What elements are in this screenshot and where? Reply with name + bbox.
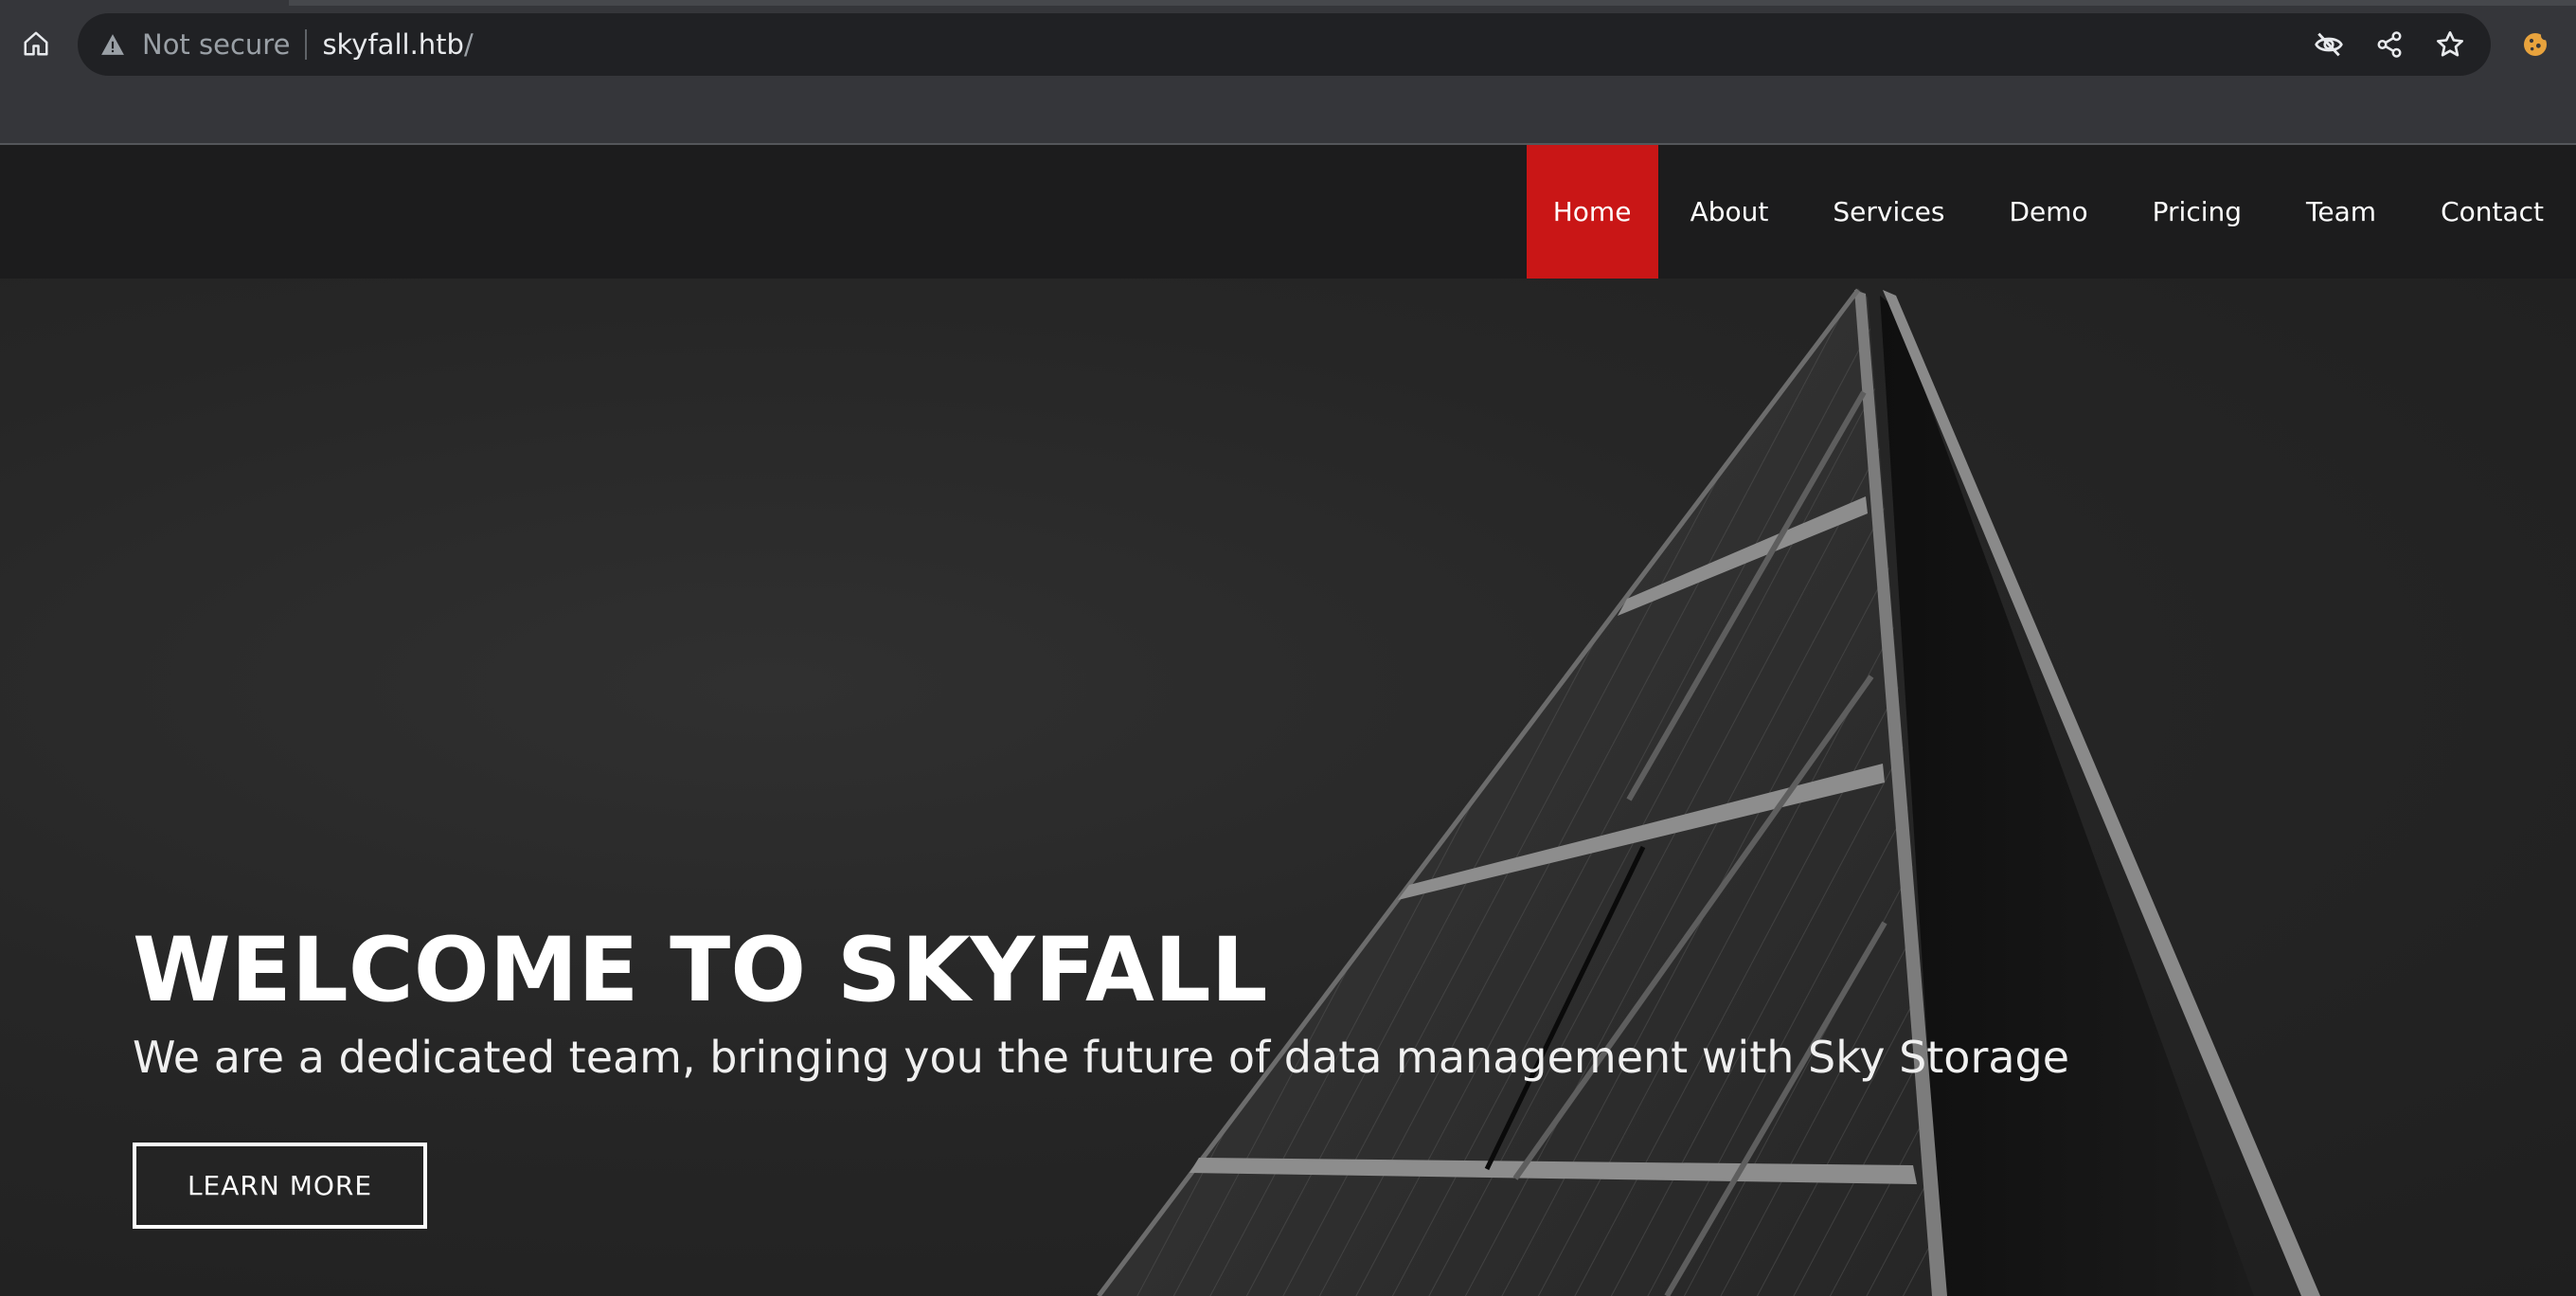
security-status-label: Not secure xyxy=(142,28,291,61)
learn-more-button[interactable]: LEARN MORE xyxy=(133,1143,427,1229)
share-icon xyxy=(2377,31,2402,58)
cookie-extension-icon xyxy=(2524,31,2550,56)
nav-item-about[interactable]: About xyxy=(1658,145,1801,279)
home-button[interactable] xyxy=(13,21,59,66)
site-navbar: Home About Services Demo Pricing Team Co… xyxy=(0,145,2576,279)
nav-item-team[interactable]: Team xyxy=(2274,145,2408,279)
eye-off-icon xyxy=(2315,32,2343,57)
star-icon xyxy=(2437,31,2463,57)
nav-item-pricing[interactable]: Pricing xyxy=(2120,145,2274,279)
nav-item-home[interactable]: Home xyxy=(1526,145,1658,279)
hero-title: WELCOME TO SKYFALL xyxy=(133,919,1268,1022)
share-button[interactable] xyxy=(2368,23,2411,66)
hero-content: WELCOME TO SKYFALL We are a dedicated te… xyxy=(133,919,2311,1229)
nav-item-contact[interactable]: Contact xyxy=(2408,145,2576,279)
address-bar[interactable]: Not secure skyfall.htb / xyxy=(78,13,2491,76)
nav-menu: Home About Services Demo Pricing Team Co… xyxy=(1526,145,2576,279)
nav-item-demo[interactable]: Demo xyxy=(1977,145,2120,279)
omnibox-divider xyxy=(305,29,308,60)
nav-item-services[interactable]: Services xyxy=(1800,145,1977,279)
tracking-protection-button[interactable] xyxy=(2307,23,2351,66)
warning-triangle-icon xyxy=(98,30,127,59)
home-icon xyxy=(24,31,48,56)
bookmark-button[interactable] xyxy=(2428,23,2472,66)
tab-strip xyxy=(289,0,2576,6)
browser-toolbar: Not secure skyfall.htb / xyxy=(0,0,2576,145)
url-path[interactable]: / xyxy=(464,28,474,61)
extension-button[interactable] xyxy=(2512,21,2559,68)
hero-section: WELCOME TO SKYFALL We are a dedicated te… xyxy=(0,279,2576,1296)
omnibox-actions xyxy=(2307,13,2472,76)
site-security-chip[interactable]: Not secure xyxy=(78,13,290,76)
hero-subtitle: We are a dedicated team, bringing you th… xyxy=(133,1032,2070,1083)
url-host[interactable]: skyfall.htb xyxy=(322,28,464,61)
